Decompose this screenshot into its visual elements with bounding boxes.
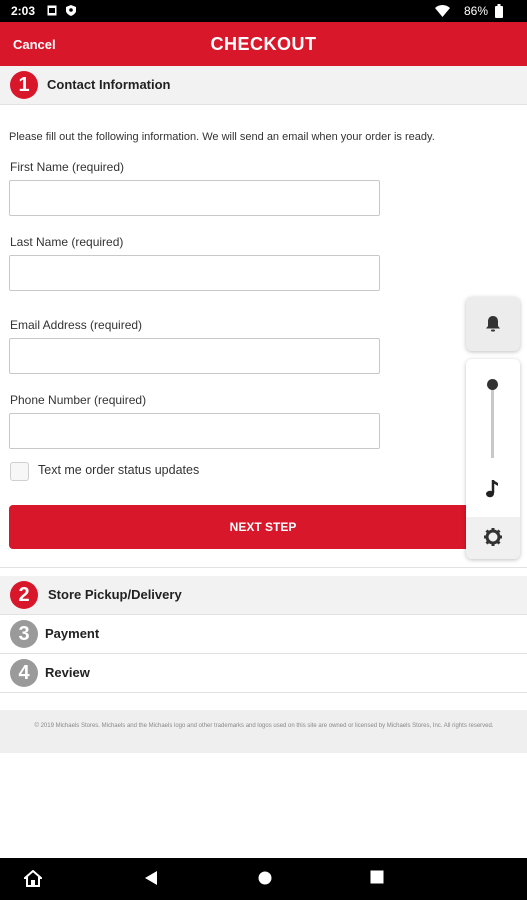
volume-knob[interactable] xyxy=(487,379,498,390)
step-payment[interactable]: 3 Payment xyxy=(0,615,527,654)
wifi-icon xyxy=(435,5,450,17)
step-label: Review xyxy=(45,665,90,680)
shield-icon xyxy=(66,5,76,16)
last-name-field[interactable] xyxy=(9,255,380,291)
email-field[interactable] xyxy=(9,338,380,374)
form-intro: Please fill out the following informatio… xyxy=(9,131,435,143)
email-label: Email Address (required) xyxy=(10,318,143,332)
battery-icon xyxy=(495,4,503,18)
first-name-label: First Name (required) xyxy=(10,160,125,174)
first-name-field[interactable] xyxy=(9,180,380,216)
step-label: Contact Information xyxy=(47,77,171,92)
volume-panel xyxy=(466,297,520,562)
sound-settings-button[interactable] xyxy=(466,517,520,559)
legal-footer: © 2019 Michaels Stores. Michaels and the… xyxy=(0,710,527,753)
back-icon[interactable] xyxy=(144,870,158,886)
phone-field[interactable] xyxy=(9,413,380,449)
recents-icon[interactable] xyxy=(370,870,384,884)
last-name-label: Last Name (required) xyxy=(10,235,124,249)
photo-icon xyxy=(47,5,57,16)
step-number-badge: 1 xyxy=(10,71,38,99)
step-number-badge: 2 xyxy=(10,581,38,609)
sms-updates-label: Text me order status updates xyxy=(38,463,200,477)
step-label: Store Pickup/Delivery xyxy=(48,587,182,602)
next-step-button[interactable]: NEXT STEP xyxy=(9,505,517,549)
battery-percent: 86% xyxy=(464,4,489,18)
music-note-icon xyxy=(486,480,498,498)
home-circle-icon[interactable] xyxy=(257,870,273,886)
ringer-button[interactable] xyxy=(466,297,520,351)
divider xyxy=(0,567,527,568)
step-contact-information[interactable]: 1 Contact Information xyxy=(0,66,527,105)
step-label: Payment xyxy=(45,626,100,641)
home-icon[interactable] xyxy=(24,870,42,887)
step-number-badge: 3 xyxy=(10,620,38,648)
legal-text: © 2019 Michaels Stores. Michaels and the… xyxy=(34,723,494,729)
status-time: 2:03 xyxy=(11,4,36,18)
sms-updates-checkbox[interactable] xyxy=(10,462,29,481)
step-number-badge: 4 xyxy=(10,659,38,687)
step-review[interactable]: 4 Review xyxy=(0,654,527,693)
volume-slider[interactable] xyxy=(466,359,520,559)
gear-icon xyxy=(484,528,502,546)
volume-track xyxy=(491,383,494,458)
phone-label: Phone Number (required) xyxy=(10,393,147,407)
status-bar: 2:03 86% xyxy=(0,0,527,22)
system-nav-bar xyxy=(0,858,527,900)
step-store-pickup[interactable]: 2 Store Pickup/Delivery xyxy=(0,576,527,615)
page-title: CHECKOUT xyxy=(210,34,317,54)
checkout-header: Cancel CHECKOUT xyxy=(0,22,527,66)
bell-icon xyxy=(486,316,500,332)
